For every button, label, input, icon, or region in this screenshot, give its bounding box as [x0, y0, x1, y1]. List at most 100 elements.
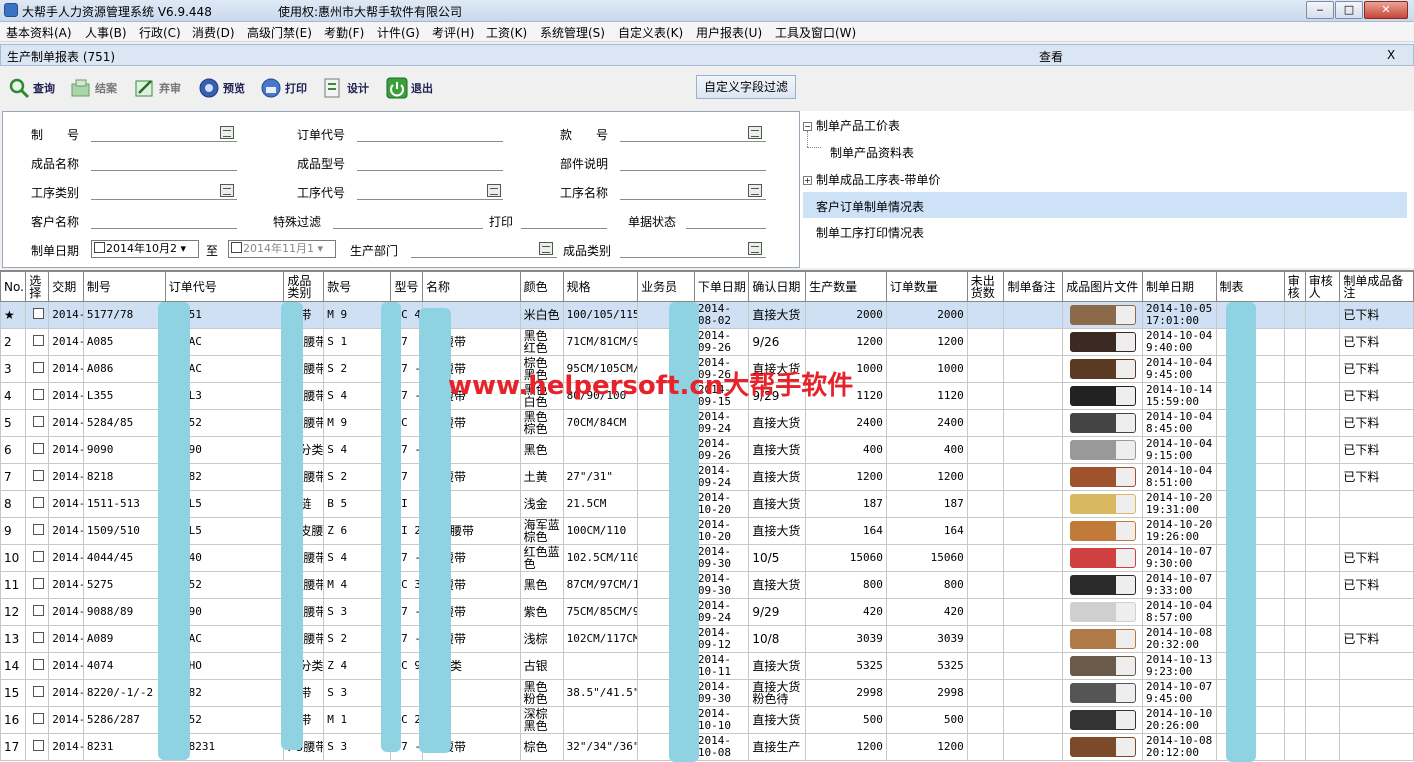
product-category-picker-icon[interactable]	[748, 242, 762, 255]
column-header[interactable]: 成品类别	[283, 271, 325, 302]
part-desc-input[interactable]	[620, 151, 766, 171]
column-header[interactable]: 审核	[1283, 271, 1306, 302]
collapse-icon[interactable]: −	[803, 122, 812, 131]
column-header[interactable]: 成品图片文件	[1062, 271, 1144, 302]
column-header[interactable]: 制号	[82, 271, 166, 302]
product-thumbnail-image[interactable]	[1069, 629, 1136, 649]
product-thumbnail-image[interactable]	[1069, 467, 1136, 487]
doc-status-input[interactable]	[686, 209, 766, 229]
column-header[interactable]: 未出货数	[966, 271, 1005, 302]
product-thumbnail-image[interactable]	[1069, 575, 1136, 595]
row-select-checkbox[interactable]	[33, 443, 45, 454]
exit-button[interactable]: 退出	[386, 75, 433, 101]
column-header[interactable]: 交期	[48, 271, 84, 302]
row-select-checkbox[interactable]	[33, 416, 45, 427]
table-row[interactable]: 172014-11-158231EV 8231PU腰带S 3S7 -2PU腰带棕…	[0, 733, 1414, 761]
close-window-button[interactable]: ✕	[1364, 1, 1408, 19]
product-thumbnail-image[interactable]	[1069, 737, 1136, 757]
process-type-input[interactable]	[91, 180, 237, 200]
preview-button[interactable]: 预览	[198, 75, 245, 101]
maximize-button[interactable]: □	[1335, 1, 1363, 19]
tree-node-product-info[interactable]: 制单产品资料表	[830, 144, 914, 161]
product-thumbnail-image[interactable]	[1069, 521, 1136, 541]
menu-admin[interactable]: 行政(C)	[139, 24, 181, 41]
process-code-picker-icon[interactable]	[487, 184, 501, 197]
print-button[interactable]: 打印	[260, 75, 307, 101]
table-row[interactable]: 22014-10-22A085EV ACPU腰带S 1S7PU腰带黑色 红色71…	[0, 328, 1414, 356]
product-thumbnail-image[interactable]	[1069, 332, 1136, 352]
minimize-button[interactable]: ‒	[1306, 1, 1334, 19]
order-no-input[interactable]	[91, 122, 237, 142]
close-case-button[interactable]: 结案	[70, 75, 117, 101]
table-row[interactable]: 112014-11-105275EV 52PU腰带M 4MC 3PU腰带黑色87…	[0, 571, 1414, 599]
process-type-picker-icon[interactable]	[220, 184, 234, 197]
abandon-review-button[interactable]: 弃审	[134, 75, 181, 101]
menu-salary[interactable]: 工资(K)	[486, 24, 527, 41]
column-header[interactable]: 型号	[390, 271, 423, 302]
custom-field-filter-button[interactable]: 自定义字段过滤	[696, 75, 796, 99]
row-select-checkbox[interactable]	[33, 524, 45, 535]
column-header[interactable]: 制表	[1215, 271, 1285, 302]
prod-dept-input[interactable]	[411, 238, 557, 258]
product-thumbnail-image[interactable]	[1069, 602, 1136, 622]
column-header[interactable]: 订单代号	[164, 271, 285, 302]
expand-icon[interactable]: +	[803, 176, 812, 185]
order-code-input[interactable]	[357, 122, 503, 142]
print-filter-input[interactable]	[521, 209, 607, 229]
query-button[interactable]: 查询	[8, 75, 55, 101]
table-row[interactable]: 72014-11-018218EV 82PU腰带S 2S7PU腰带土黄27"/3…	[0, 463, 1414, 491]
column-header[interactable]: 下单日期	[693, 271, 750, 302]
column-header[interactable]: 颜色	[519, 271, 564, 302]
column-header[interactable]: 生产数量	[805, 271, 887, 302]
menu-piecework[interactable]: 计件(G)	[377, 24, 420, 41]
date-to-checkbox[interactable]	[231, 242, 242, 253]
date-from-checkbox[interactable]	[94, 242, 105, 253]
table-row[interactable]: 122014-11-109088/89EV 90PU腰带S 3S7 -1PU腰带…	[0, 598, 1414, 626]
table-row[interactable]: 132014-11-10A089EV ACPU腰带S 2S7 -6PU腰带浅棕1…	[0, 625, 1414, 653]
table-row[interactable]: 62014-10-289090EV 90未分类S 4S7 -13黑色2014-0…	[0, 436, 1414, 464]
table-row[interactable]: 152014-11-118220/-1/-2EV 82腰带S 3腰带黑色 粉色3…	[0, 679, 1414, 707]
process-name-input[interactable]	[620, 180, 766, 200]
product-thumbnail-image[interactable]	[1069, 656, 1136, 676]
date-from-picker[interactable]: 2014年10月2 ▾	[91, 240, 199, 258]
row-select-checkbox[interactable]	[33, 740, 45, 751]
column-header[interactable]: 制单备注	[1003, 271, 1064, 302]
table-row[interactable]: 92014-11-071509/510EV L5真皮腰带Z 6ZI 2真皮腰带海…	[0, 517, 1414, 545]
column-header[interactable]: 制单成品备注	[1339, 271, 1414, 302]
date-to-picker[interactable]: 2014年11月1 ▾	[228, 240, 336, 258]
column-header[interactable]: 业务员	[637, 271, 695, 302]
table-row[interactable]: 82014-11-071511-513EV L5手链B 5BI手链浅金21.5C…	[0, 490, 1414, 518]
special-filter-input[interactable]	[333, 209, 483, 229]
row-select-checkbox[interactable]	[33, 308, 45, 319]
process-name-picker-icon[interactable]	[748, 184, 762, 197]
design-button[interactable]: 设计	[322, 75, 369, 101]
menu-custom-table[interactable]: 自定义表(K)	[618, 24, 683, 41]
column-header[interactable]: 选择	[25, 271, 50, 302]
row-select-checkbox[interactable]	[33, 578, 45, 589]
table-row[interactable]: 162014-11-135286/287EV 52背带M 1MC 2背带深棕 黑…	[0, 706, 1414, 734]
menu-user-report[interactable]: 用户报表(U)	[696, 24, 762, 41]
menu-system[interactable]: 系统管理(S)	[540, 24, 605, 41]
column-header[interactable]: 订单数量	[885, 271, 968, 302]
close-report-button[interactable]: X	[1387, 48, 1395, 62]
table-row[interactable]: 142014-11-114074EV HO未分类Z 4ZC 9未分类古银2014…	[0, 652, 1414, 680]
tree-node-process-print[interactable]: 制单工序打印情况表	[816, 224, 924, 241]
menu-personnel[interactable]: 人事(B)	[85, 24, 127, 41]
row-select-checkbox[interactable]	[33, 659, 45, 670]
product-thumbnail-image[interactable]	[1069, 413, 1136, 433]
row-select-checkbox[interactable]	[33, 551, 45, 562]
row-select-checkbox[interactable]	[33, 605, 45, 616]
style-no-picker-icon[interactable]	[748, 126, 762, 139]
product-thumbnail-image[interactable]	[1069, 548, 1136, 568]
row-select-checkbox[interactable]	[33, 713, 45, 724]
product-name-input[interactable]	[91, 151, 237, 171]
product-thumbnail-image[interactable]	[1069, 440, 1136, 460]
menu-basic-info[interactable]: 基本资料(A)	[6, 24, 72, 41]
product-thumbnail-image[interactable]	[1069, 710, 1136, 730]
menu-evaluation[interactable]: 考评(H)	[432, 24, 474, 41]
column-header[interactable]: 制单日期	[1142, 271, 1217, 302]
menu-tools-window[interactable]: 工具及窗口(W)	[775, 24, 856, 41]
product-model-input[interactable]	[357, 151, 503, 171]
column-header[interactable]: No.	[0, 271, 27, 302]
column-header[interactable]: 规格	[562, 271, 639, 302]
